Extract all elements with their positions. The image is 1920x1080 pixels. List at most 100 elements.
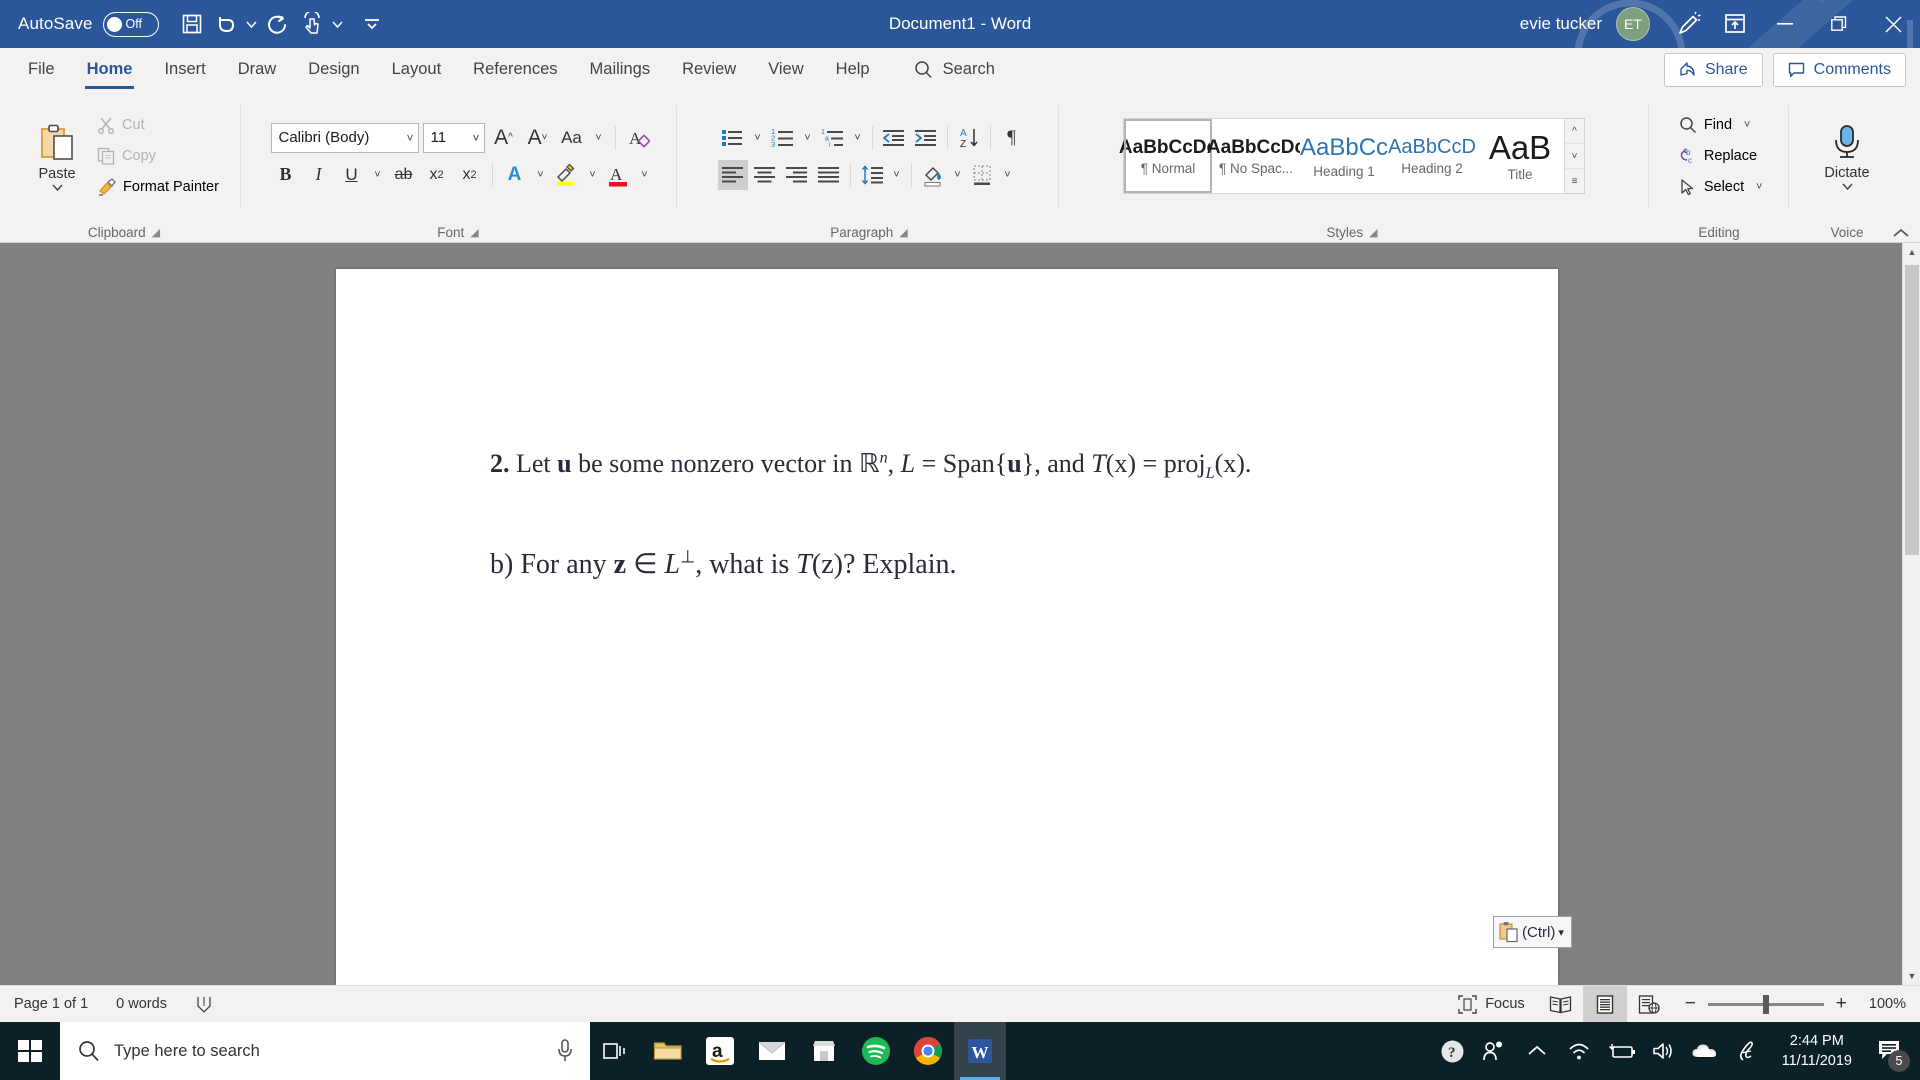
minimize-button[interactable]	[1758, 0, 1812, 48]
show-formatting-marks-button[interactable]: ¶	[997, 123, 1027, 153]
share-button[interactable]: Share	[1663, 52, 1763, 87]
font-color-button[interactable]: A	[604, 160, 634, 190]
document-page[interactable]: 2. Let u be some nonzero vector in ℝn, L…	[336, 269, 1572, 985]
people-icon[interactable]	[1474, 1022, 1516, 1080]
paste-options-button[interactable]: (Ctrl) ▾	[1493, 916, 1572, 948]
styles-scroll-up-button[interactable]: ^	[1565, 119, 1584, 144]
close-button[interactable]	[1866, 0, 1920, 48]
clear-formatting-button[interactable]: A	[624, 123, 654, 153]
italic-button[interactable]: I	[304, 160, 334, 190]
collapse-ribbon-button[interactable]	[1892, 228, 1910, 238]
style-no-spacing[interactable]: AaBbCcDc ¶ No Spac...	[1207, 119, 1305, 193]
styles-scroll-down-button[interactable]: ˅	[1565, 144, 1584, 169]
help-icon[interactable]: ?	[1432, 1022, 1474, 1080]
replace-button[interactable]: b c Replace	[1676, 141, 1760, 171]
microsoft-store-button[interactable]	[798, 1022, 850, 1080]
mail-button[interactable]	[746, 1022, 798, 1080]
underline-dropdown-icon[interactable]: ˅	[370, 160, 386, 190]
dictate-button[interactable]: Dictate	[1802, 123, 1892, 190]
paste-dropdown-icon[interactable]	[51, 183, 63, 191]
cortana-icon[interactable]	[556, 1038, 590, 1064]
redo-icon[interactable]	[261, 7, 295, 41]
print-layout-button[interactable]	[1582, 985, 1627, 1023]
find-button[interactable]: Find ˅	[1676, 110, 1758, 140]
subscript-button[interactable]: x2	[422, 160, 452, 190]
web-layout-button[interactable]	[1627, 986, 1671, 1023]
tab-design[interactable]: Design	[292, 48, 375, 91]
zoom-track[interactable]	[1707, 994, 1824, 1014]
select-dropdown-icon[interactable]: ˅	[1751, 172, 1767, 202]
superscript-button[interactable]: x2	[455, 160, 485, 190]
font-name-input[interactable]: Calibri (Body) ˅	[270, 122, 419, 153]
save-icon[interactable]	[175, 7, 209, 41]
bullets-dropdown-icon[interactable]: ˅	[750, 123, 766, 153]
align-center-button[interactable]	[750, 160, 780, 190]
word-count[interactable]: 0 words	[102, 986, 181, 1023]
zoom-thumb[interactable]	[1762, 994, 1769, 1014]
bullets-button[interactable]	[718, 123, 748, 153]
numbering-button[interactable]: 1 2 3	[768, 123, 798, 153]
justify-button[interactable]	[814, 160, 844, 190]
decrease-indent-button[interactable]	[879, 123, 909, 153]
customize-qat-icon[interactable]	[355, 7, 389, 41]
scroll-down-arrow[interactable]: ▼	[1903, 967, 1920, 985]
tab-home[interactable]: Home	[71, 48, 149, 91]
zoom-in-button[interactable]: +	[1836, 993, 1847, 1015]
underline-button[interactable]: U	[337, 160, 367, 190]
borders-dropdown-icon[interactable]: ˅	[1000, 160, 1016, 190]
focus-mode-button[interactable]: Focus	[1444, 986, 1539, 1023]
dictate-dropdown-icon[interactable]	[1841, 182, 1853, 190]
font-color-dropdown-icon[interactable]: ˅	[637, 160, 653, 190]
grow-font-button[interactable]: A ^	[489, 123, 519, 153]
style-normal[interactable]: AaBbCcDc ¶ Normal	[1119, 119, 1217, 193]
numbering-dropdown-icon[interactable]: ˅	[800, 123, 816, 153]
highlight-dropdown-icon[interactable]: ˅	[585, 160, 601, 190]
onedrive-icon[interactable]	[1684, 1022, 1726, 1080]
highlight-button[interactable]	[552, 160, 582, 190]
align-left-button[interactable]	[717, 159, 748, 190]
start-button[interactable]	[0, 1022, 60, 1080]
find-dropdown-icon[interactable]: ˅	[1739, 110, 1755, 140]
borders-button[interactable]	[968, 160, 998, 190]
shading-button[interactable]	[918, 160, 948, 190]
styles-dialog-launcher[interactable]: ◢	[1369, 226, 1377, 239]
format-painter-button[interactable]: Format Painter	[94, 172, 222, 202]
zoom-level-label[interactable]: 100%	[1869, 996, 1906, 1012]
font-size-dropdown-icon[interactable]: ˅	[472, 131, 479, 145]
autosave-toggle[interactable]: Off	[102, 11, 159, 37]
taskbar-clock[interactable]: 2:44 PM 11/11/2019	[1768, 1022, 1866, 1080]
comments-button[interactable]: Comments	[1772, 52, 1906, 87]
tab-file[interactable]: File	[12, 48, 71, 91]
avatar[interactable]: ET	[1616, 7, 1650, 41]
bold-button[interactable]: B	[271, 160, 301, 190]
sort-button[interactable]: A Z	[954, 123, 984, 153]
paragraph-dialog-launcher[interactable]: ◢	[899, 226, 907, 239]
pen-icon[interactable]	[1726, 1022, 1768, 1080]
word-taskbar-button[interactable]: W	[954, 1022, 1006, 1080]
strikethrough-button[interactable]: ab	[389, 160, 419, 190]
select-button[interactable]: Select ˅	[1676, 172, 1770, 202]
clipboard-dialog-launcher[interactable]: ◢	[152, 226, 160, 239]
touch-mode-dropdown-icon[interactable]	[329, 7, 347, 41]
styles-more-button[interactable]: ≡	[1565, 169, 1584, 193]
task-view-button[interactable]	[590, 1022, 642, 1080]
battery-icon[interactable]	[1600, 1022, 1642, 1080]
shading-dropdown-icon[interactable]: ˅	[950, 160, 966, 190]
show-hidden-icons-icon[interactable]	[1516, 1022, 1558, 1080]
change-case-button[interactable]: Aa	[557, 123, 587, 153]
paste-options-dropdown-icon[interactable]: ▾	[1558, 926, 1564, 939]
spotify-button[interactable]	[850, 1022, 902, 1080]
amazon-button[interactable]: a	[694, 1022, 746, 1080]
tab-view[interactable]: View	[752, 48, 819, 91]
tab-layout[interactable]: Layout	[376, 48, 458, 91]
tab-review[interactable]: Review	[666, 48, 752, 91]
undo-icon[interactable]	[209, 7, 243, 41]
font-dialog-launcher[interactable]: ◢	[470, 226, 478, 239]
line-spacing-button[interactable]	[857, 160, 887, 190]
scrollbar-thumb[interactable]	[1905, 265, 1919, 555]
align-right-button[interactable]	[782, 160, 812, 190]
notification-center-button[interactable]: 5	[1866, 1022, 1914, 1080]
tab-draw[interactable]: Draw	[222, 48, 293, 91]
chrome-button[interactable]	[902, 1022, 954, 1080]
network-icon[interactable]	[1558, 1022, 1600, 1080]
